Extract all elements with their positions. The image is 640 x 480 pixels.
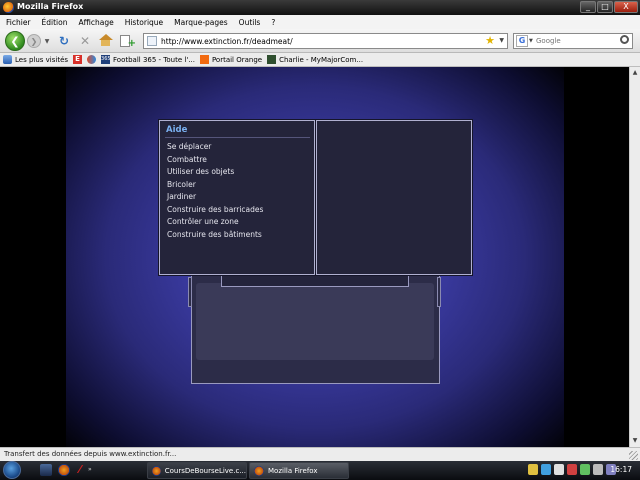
quicklaunch-more-icon[interactable]: » [88,466,92,473]
bookmark-star-icon[interactable]: ★ [485,34,495,47]
bookmark-charlie[interactable]: Charlie - MyMajorCom... [267,55,363,64]
status-text: Transfert des données depuis www.extinct… [4,450,177,458]
reload-button[interactable]: ↻ [57,34,71,48]
windows-taskbar: ⁄ » CoursDeBourseLive.c... Mozilla Firef… [0,461,640,480]
tray-status-icon[interactable] [554,464,564,475]
orange-icon [199,55,209,64]
page-viewport: Aide Se déplacer Combattre Utiliser des … [0,67,629,447]
help-content-panel [316,120,472,275]
game-panel-left-edge [188,277,192,307]
bookmark-multicolor[interactable] [87,55,97,64]
navigation-toolbar: ❮ ❯ ▼ ↻ ✕ + ★ ▼ G ▼ [0,29,640,53]
menu-historique[interactable]: Historique [125,18,163,27]
menu-marque-pages[interactable]: Marque-pages [174,18,228,27]
start-button[interactable] [3,461,21,479]
clock: 16:17 [610,465,632,474]
resize-grip-icon[interactable] [629,451,638,460]
firefox-quicklaunch-icon[interactable] [58,464,70,476]
scroll-down-icon[interactable]: ▼ [631,437,639,445]
bookmark-multicolor-icon [87,55,97,64]
bookmark-portail-orange[interactable]: Portail Orange [199,55,262,64]
help-item-controler-zone[interactable]: Contrôler une zone [167,216,263,229]
tray-volume-icon[interactable] [593,464,603,475]
maximize-button[interactable]: □ [597,1,613,13]
help-item-utiliser-objets[interactable]: Utiliser des objets [167,166,263,179]
help-item-se-deplacer[interactable]: Se déplacer [167,141,263,154]
system-tray [528,464,616,475]
charlie-icon [267,55,277,64]
bookmark-most-visited[interactable]: Les plus visités [3,55,68,64]
url-dropdown-icon[interactable]: ▼ [499,37,504,44]
letter-e-icon: E [73,55,83,64]
home-button[interactable] [99,34,113,48]
tray-network-icon[interactable] [541,464,551,475]
minimize-button[interactable]: _ [580,1,596,13]
football365-icon: 365 [101,55,111,64]
taskbar-item-coursdebourse[interactable]: CoursDeBourseLive.c... [147,462,247,479]
vertical-scrollbar[interactable]: ▲ ▼ [629,67,640,447]
tray-sync-icon[interactable] [580,464,590,475]
window-controls: _ □ X [580,1,638,13]
back-button[interactable]: ❮ [5,31,25,51]
game-panel-right-edge [437,277,441,307]
taskbar-item-firefox[interactable]: Mozilla Firefox [249,462,349,479]
close-button[interactable]: X [614,1,638,13]
menu-affichage[interactable]: Affichage [78,18,113,27]
help-item-combattre[interactable]: Combattre [167,154,263,167]
forward-button[interactable]: ❯ [27,34,41,48]
search-input[interactable] [536,35,616,47]
menu-help[interactable]: ? [271,18,275,27]
search-engine-icon[interactable]: G [516,35,528,47]
most-visited-icon [3,55,12,64]
search-engine-dropdown-icon[interactable]: ▼ [529,38,533,44]
show-desktop-icon[interactable] [40,464,52,476]
bookmark-football365[interactable]: 365 Football 365 - Toute l'... [101,55,195,64]
scroll-up-icon[interactable]: ▲ [631,69,639,77]
help-item-construire-batiments[interactable]: Construire des bâtiments [167,229,263,242]
search-bar[interactable]: G ▼ [513,33,633,49]
menu-edition[interactable]: Édition [42,18,68,27]
url-input[interactable] [161,35,471,47]
bookmarks-toolbar: Les plus visités E 365 Football 365 - To… [0,53,640,67]
help-item-bricoler[interactable]: Bricoler [167,179,263,192]
menu-fichier[interactable]: Fichier [6,18,31,27]
tray-app-icon[interactable] [528,464,538,475]
status-bar: Transfert des données depuis www.extinct… [0,447,640,461]
menu-bar: Fichier Édition Affichage Historique Mar… [0,15,640,29]
help-panel-title: Aide [166,125,188,135]
tray-alert-icon[interactable] [567,464,577,475]
game-lower-panel-inner [196,283,434,360]
help-item-construire-barricades[interactable]: Construire des barricades [167,204,263,217]
help-panel: Aide Se déplacer Combattre Utiliser des … [159,120,315,275]
site-favicon-icon [147,36,157,46]
window-title: Mozilla Firefox [17,2,84,11]
firefox-icon [3,2,14,13]
history-dropdown-button[interactable]: ▼ [43,37,51,45]
help-item-jardiner[interactable]: Jardiner [167,191,263,204]
window-titlebar: Mozilla Firefox _ □ X [0,0,640,15]
stop-button[interactable]: ✕ [78,34,92,48]
help-menu: Se déplacer Combattre Utiliser des objet… [167,141,263,241]
adobe-quicklaunch-icon[interactable]: ⁄ [74,464,86,476]
menu-outils[interactable]: Outils [239,18,261,27]
firefox-icon [152,465,161,476]
url-bar[interactable]: ★ ▼ [143,33,508,49]
help-panel-divider [165,137,310,138]
bookmark-e[interactable]: E [73,55,83,64]
add-page-button[interactable]: + [120,34,136,49]
plus-icon: + [127,38,136,49]
firefox-icon [254,465,264,476]
search-icon[interactable] [620,35,629,44]
